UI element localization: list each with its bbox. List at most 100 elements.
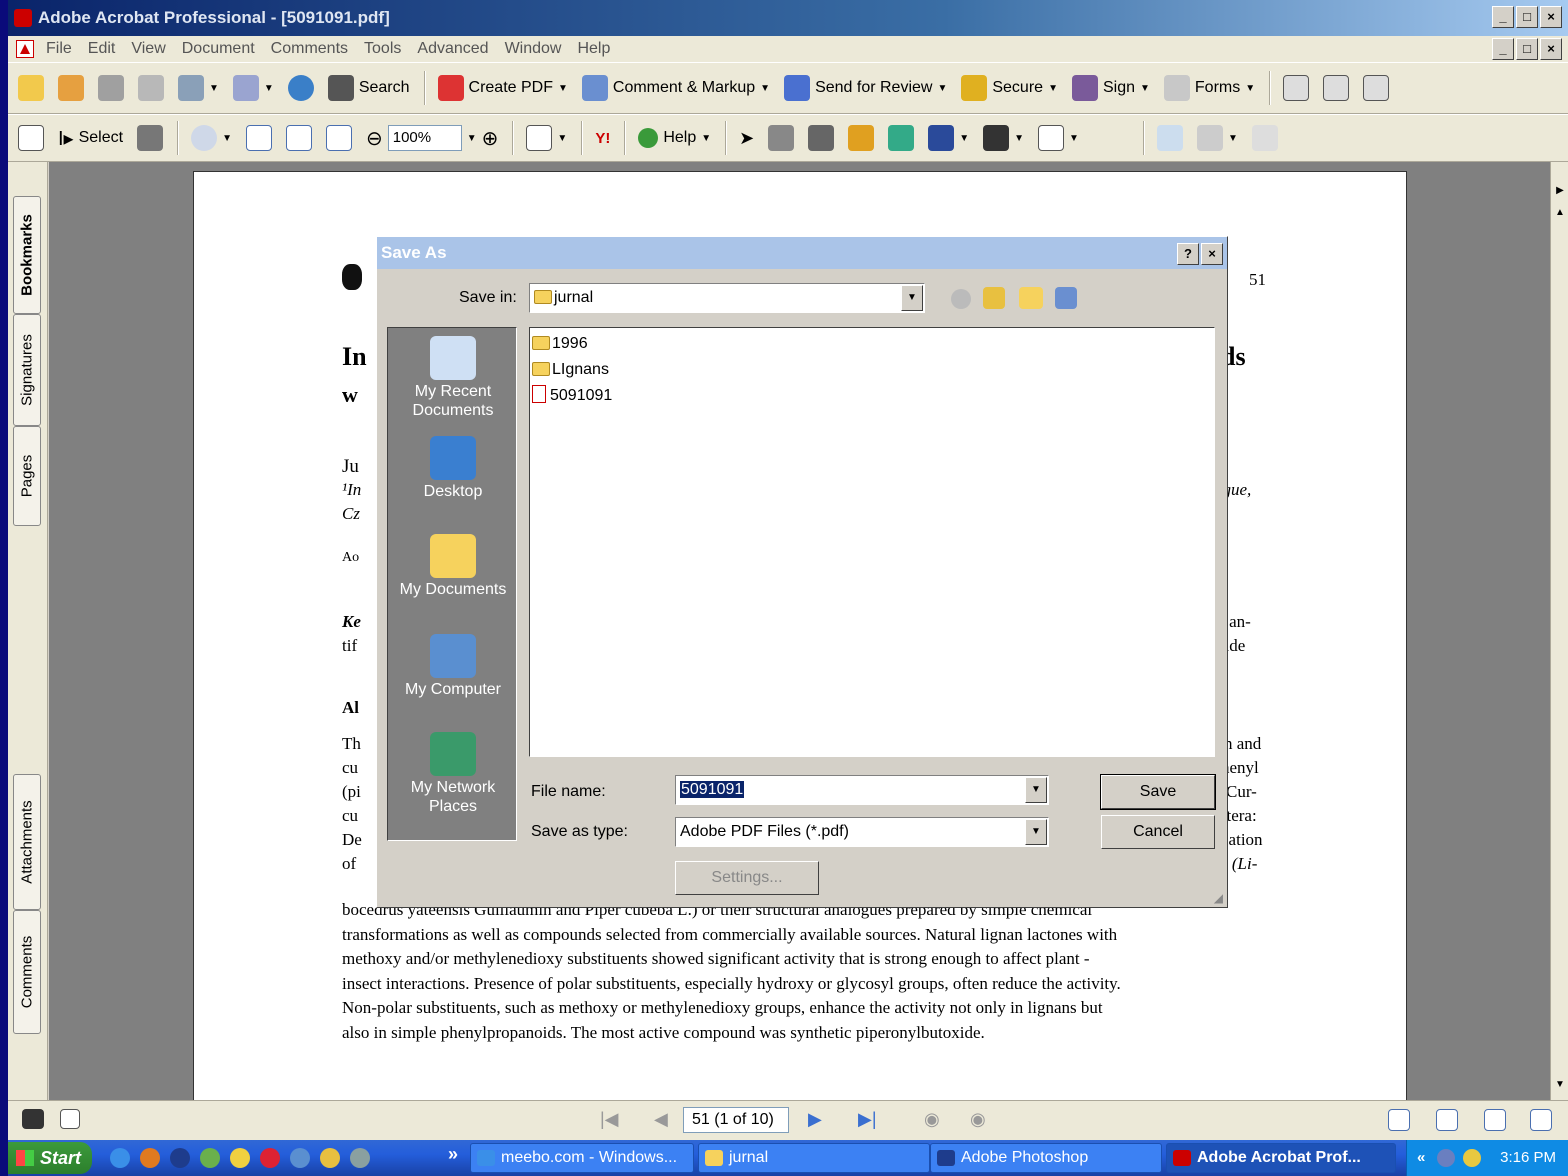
- rotate-view-icon[interactable]: [526, 125, 553, 151]
- file-list[interactable]: 1996 LIgnans 5091091: [529, 327, 1215, 757]
- tab-signatures[interactable]: Signatures: [13, 314, 41, 426]
- fit-page-icon[interactable]: [285, 125, 312, 151]
- object-tool-icon[interactable]: [888, 125, 915, 151]
- menu-document[interactable]: Document: [182, 40, 255, 58]
- zoom-in-icon[interactable]: [191, 125, 218, 151]
- document-icon[interactable]: [16, 40, 34, 58]
- secure-button[interactable]: Secure ▼: [961, 75, 1058, 101]
- place-my-recent-documents[interactable]: My Recent Documents: [388, 336, 518, 420]
- first-page-icon[interactable]: |◀: [600, 1109, 619, 1130]
- open-icon[interactable]: [18, 75, 44, 101]
- clock[interactable]: 3:16 PM: [1500, 1149, 1556, 1166]
- search-button[interactable]: Search: [327, 75, 410, 101]
- send-for-review-button[interactable]: Send for Review ▼: [784, 75, 947, 101]
- menu-view[interactable]: View: [131, 40, 165, 58]
- settings-button[interactable]: Settings...: [675, 861, 819, 895]
- firefox-quicklaunch-icon[interactable]: [140, 1148, 160, 1168]
- maximize-button[interactable]: □: [1516, 6, 1538, 28]
- doc-restore-button[interactable]: □: [1516, 38, 1538, 60]
- tray-network-icon[interactable]: [1437, 1149, 1455, 1167]
- zoom-level-field[interactable]: 100%: [387, 125, 462, 151]
- undo-icon[interactable]: [1196, 125, 1223, 151]
- app-quicklaunch-icon-1[interactable]: [170, 1148, 190, 1168]
- cancel-button[interactable]: Cancel: [1101, 815, 1215, 849]
- text-field-tool-icon[interactable]: [1038, 125, 1065, 151]
- file-name-input[interactable]: 5091091 ▼: [675, 775, 1049, 805]
- back-icon[interactable]: [951, 289, 971, 309]
- paste-icon[interactable]: [1251, 125, 1278, 151]
- previous-view-icon[interactable]: ◉: [924, 1109, 940, 1130]
- app-quicklaunch-icon-5[interactable]: [290, 1148, 310, 1168]
- text-tool-icon[interactable]: [1283, 75, 1310, 101]
- touchup-icon[interactable]: [768, 125, 795, 151]
- select-tool-button[interactable]: I▸ Select: [58, 126, 123, 151]
- actual-size-icon[interactable]: [245, 125, 272, 151]
- quicklaunch-overflow-icon[interactable]: »: [448, 1144, 458, 1165]
- start-button[interactable]: Start: [8, 1142, 92, 1174]
- tab-pages[interactable]: Pages: [13, 426, 41, 526]
- last-page-icon[interactable]: ▶|: [858, 1109, 877, 1130]
- attach-icon[interactable]: [232, 75, 259, 101]
- scroll-up-arrow-icon[interactable]: ▲: [1553, 206, 1567, 220]
- views-menu-icon[interactable]: [1055, 287, 1077, 309]
- save-in-dropdown[interactable]: jurnal ▼: [529, 283, 925, 313]
- link-icon[interactable]: [1363, 75, 1390, 101]
- page-number-field[interactable]: 51 (1 of 10): [683, 1107, 789, 1133]
- page-view-icon[interactable]: [60, 1109, 80, 1129]
- task-meebo[interactable]: meebo.com - Windows...: [470, 1143, 694, 1173]
- doc-close-button[interactable]: ×: [1540, 38, 1562, 60]
- tray-expand-icon[interactable]: «: [1417, 1140, 1425, 1176]
- organizer-icon[interactable]: [58, 75, 84, 101]
- zoom-plus-icon[interactable]: ⊕: [482, 126, 499, 151]
- movie-tool-icon[interactable]: [983, 125, 1010, 151]
- continuous-facing-icon[interactable]: [1530, 1109, 1552, 1131]
- place-my-network-places[interactable]: My Network Places: [388, 732, 518, 816]
- app-quicklaunch-icon-6[interactable]: [320, 1148, 340, 1168]
- single-page-icon[interactable]: [1388, 1109, 1410, 1131]
- menu-window[interactable]: Window: [505, 40, 562, 58]
- dialog-close-button[interactable]: ×: [1201, 243, 1223, 265]
- place-desktop[interactable]: Desktop: [388, 436, 518, 501]
- menu-edit[interactable]: Edit: [88, 40, 116, 58]
- task-photoshop[interactable]: Adobe Photoshop: [930, 1143, 1162, 1173]
- close-button[interactable]: ×: [1540, 6, 1562, 28]
- yahoo-toolbar-icon[interactable]: Y!: [595, 130, 610, 147]
- menu-help[interactable]: Help: [577, 40, 610, 58]
- previous-page-icon[interactable]: ◀: [654, 1109, 668, 1130]
- dialog-help-button[interactable]: ?: [1177, 243, 1199, 265]
- tab-comments[interactable]: Comments: [13, 910, 41, 1034]
- task-jurnal[interactable]: jurnal: [698, 1143, 930, 1173]
- place-my-documents[interactable]: My Documents: [388, 534, 518, 599]
- tab-attachments[interactable]: Attachments: [13, 774, 41, 910]
- doc-minimize-button[interactable]: _: [1492, 38, 1514, 60]
- save-as-type-dropdown[interactable]: Adobe PDF Files (*.pdf) ▼: [675, 817, 1049, 847]
- help-button[interactable]: Help ▼: [638, 128, 711, 148]
- new-folder-icon[interactable]: [1019, 287, 1043, 309]
- web-icon[interactable]: [287, 75, 314, 101]
- app-quicklaunch-icon-4[interactable]: [260, 1148, 280, 1168]
- list-item[interactable]: LIgnans: [532, 358, 609, 382]
- next-view-icon[interactable]: ◉: [970, 1109, 986, 1130]
- list-item[interactable]: 5091091: [532, 384, 612, 408]
- save-button[interactable]: Save: [1100, 774, 1216, 810]
- resize-grip-icon[interactable]: ◢: [1214, 891, 1223, 905]
- place-my-computer[interactable]: My Computer: [388, 634, 518, 699]
- menu-tools[interactable]: Tools: [364, 40, 401, 58]
- button-tool-icon[interactable]: [928, 125, 955, 151]
- scroll-down-arrow-icon[interactable]: ▼: [1553, 1078, 1567, 1092]
- task-acrobat[interactable]: Adobe Acrobat Prof...: [1166, 1143, 1396, 1173]
- arrow-tool-icon[interactable]: ➤: [739, 128, 754, 149]
- up-folder-icon[interactable]: [983, 287, 1005, 309]
- menu-comments[interactable]: Comments: [271, 40, 348, 58]
- app-quicklaunch-icon-2[interactable]: [200, 1148, 220, 1168]
- fit-width-icon[interactable]: [325, 125, 352, 151]
- create-pdf-button[interactable]: Create PDF ▼: [437, 75, 568, 101]
- facing-icon[interactable]: [1484, 1109, 1506, 1131]
- app-quicklaunch-icon-7[interactable]: [350, 1148, 370, 1168]
- continuous-icon[interactable]: [1436, 1109, 1458, 1131]
- vertical-scrollbar[interactable]: ▶ ▲ ▼: [1550, 162, 1568, 1100]
- sign-button[interactable]: Sign ▼: [1071, 75, 1150, 101]
- spellcheck-icon[interactable]: [1156, 125, 1183, 151]
- snapshot-icon[interactable]: [137, 125, 164, 151]
- zoom-out-icon[interactable]: ⊖: [366, 126, 383, 151]
